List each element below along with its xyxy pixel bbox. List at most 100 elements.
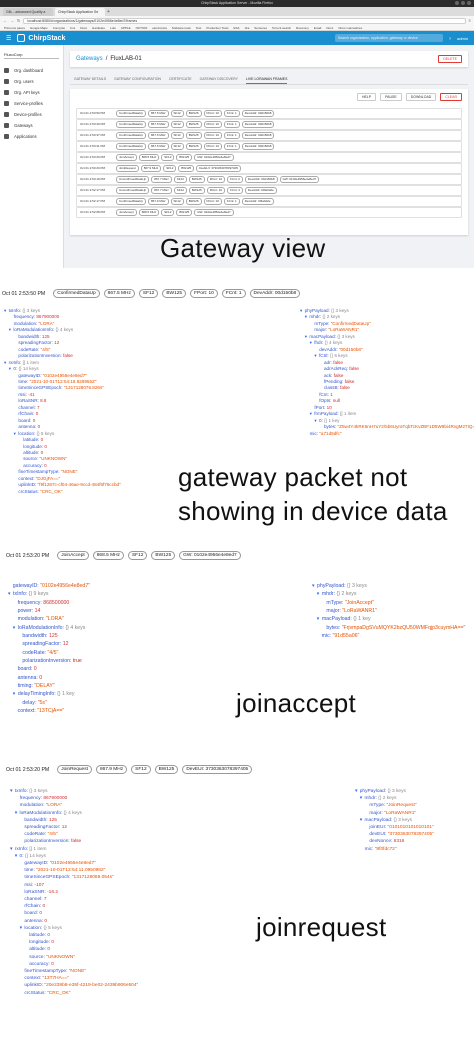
expand-arrow-icon[interactable]: ▾	[14, 431, 18, 436]
bookmark-item[interactable]: Production Tools	[206, 25, 228, 30]
help-icon[interactable]: ?	[449, 36, 451, 41]
gateway-tab[interactable]: CERTIFICATE	[169, 75, 192, 84]
expand-arrow-icon[interactable]: ▾	[13, 691, 17, 697]
frame-row[interactable]: Oct 01 2:52:17 PM UnconfirmedDataUp 867.7 …	[76, 185, 462, 196]
frame-row[interactable]: Oct 01 2:53:31 PM ConfirmedDataUp 867.5 MH…	[76, 141, 462, 152]
download-button[interactable]: DOWNLOAD	[405, 93, 437, 101]
gateway-tab[interactable]: LIVE LORAWAN FRAMES	[245, 75, 288, 84]
expand-arrow-icon[interactable]: ▾	[9, 366, 13, 371]
hamburger-menu-icon[interactable]: ☰	[6, 35, 11, 42]
bookmark-item[interactable]: ESA	[233, 25, 239, 30]
expand-arrow-icon[interactable]: ▾	[15, 854, 19, 859]
frame-header[interactable]: Oct 01 2:53:50 PM ConfirmedDataUp 867.5 MH…	[2, 289, 301, 298]
bookmark-item[interactable]: Torrent search	[272, 25, 291, 30]
bookmark-item[interactable]: Hardware	[92, 25, 105, 30]
tree-line: source: "UNKNOWN"	[10, 954, 138, 961]
expand-arrow-icon[interactable]: ▾	[312, 583, 316, 589]
maximize-button[interactable]	[461, 1, 465, 5]
bookmark-item[interactable]: APPLE	[121, 25, 131, 30]
frame-row[interactable]: Oct 01 2:52:08 PM JoinAccept 868.5 MHz SF12…	[76, 207, 462, 218]
browser-menu-icon[interactable]: ≡	[469, 18, 471, 23]
sidebar-item[interactable]: Org. dashboard	[4, 65, 59, 76]
gateway-tab[interactable]: GATEWAY DISCOVERY	[200, 75, 238, 84]
expand-arrow-icon[interactable]: ▾	[305, 314, 309, 319]
sidebar-item[interactable]: Org. API keys	[4, 87, 59, 98]
bookmark-item[interactable]: Recovery	[296, 25, 309, 30]
global-search-input[interactable]: Search organization, application, gatewa…	[334, 34, 443, 42]
sidebar-item[interactable]: Device-profiles	[4, 109, 59, 120]
bookmark-item[interactable]: Test	[196, 25, 202, 30]
bookmark-item[interactable]: Email	[314, 25, 322, 30]
bookmark-item[interactable]: Lufe	[110, 25, 116, 30]
expand-arrow-icon[interactable]: ▾	[360, 796, 364, 801]
chirpstack-logo[interactable]: ChirpStack	[17, 34, 77, 42]
frame-row[interactable]: Oct 01 2:53:20 PM JoinRequest 867.9 MHz SF1…	[76, 163, 462, 174]
sidebar-item[interactable]: Applications	[4, 131, 59, 142]
frame-row[interactable]: Oct 01 2:53:40 PM ConfirmedDataUp 867.5 MH…	[76, 119, 462, 130]
expand-arrow-icon[interactable]: ▾	[310, 340, 314, 345]
sidebar-item[interactable]: Gateways	[4, 120, 59, 131]
expand-arrow-icon[interactable]: ▾	[360, 818, 364, 823]
bookmark-item[interactable]: electronica	[152, 25, 167, 30]
expand-arrow-icon[interactable]: ▾	[4, 308, 8, 313]
bookmark-item[interactable]: Google Maps	[30, 25, 48, 30]
expand-arrow-icon[interactable]: ▾	[317, 616, 321, 622]
delete-gateway-button[interactable]: DELETE	[438, 55, 462, 63]
expand-arrow-icon[interactable]: ▾	[15, 811, 19, 816]
tree-key: fineTimestampType:	[24, 969, 69, 975]
bookmark-item[interactable]: Primeros pasos	[4, 25, 25, 30]
frame-header[interactable]: Oct 01 2:53:20 PM JoinAccept 868.5 MHz SF12…	[6, 551, 241, 560]
forward-icon[interactable]: →	[10, 18, 14, 23]
breadcrumb-gateways-link[interactable]: Gateways	[76, 56, 103, 62]
new-tab-icon[interactable]: +	[107, 8, 110, 16]
bookmark-item[interactable]: Sensores	[254, 25, 267, 30]
expand-arrow-icon[interactable]: ▾	[13, 625, 17, 631]
tree-line: ▾ txInfo: {} 3 keys	[10, 788, 138, 795]
bookmark-item[interactable]: Cns	[70, 25, 75, 30]
frame-row[interactable]: Oct 01 2:53:50 PM ConfirmedDataUp 867.5 MH…	[76, 108, 462, 119]
pause-button[interactable]: PAUSE	[380, 93, 402, 101]
frame-row[interactable]: Oct 01 2:53:20 PM JoinAccept 868.5 MHz SF12…	[76, 152, 462, 163]
browser-tab[interactable]: GitL - advanced Quality a	[3, 8, 53, 16]
organization-select[interactable]: FluxoCorp	[4, 51, 59, 59]
close-window-button[interactable]	[467, 1, 471, 5]
help-button[interactable]: HELP	[356, 93, 377, 101]
gateway-tab[interactable]: GATEWAY CONFIGURATION	[114, 75, 161, 84]
frame-row[interactable]: Oct 01 2:52:17 PM ConfirmedDataUp 867.9 MH…	[76, 196, 462, 207]
expand-arrow-icon[interactable]: ▾	[300, 308, 304, 313]
bookmark-item[interactable]: Docs	[80, 25, 87, 30]
expand-arrow-icon[interactable]: ▾	[20, 926, 24, 931]
bookmark-item[interactable]: Jira	[244, 25, 249, 30]
clear-button[interactable]: CLEAR	[440, 93, 462, 101]
sidebar-item[interactable]: Service-profiles	[4, 98, 59, 109]
bookmark-item[interactable]: Docs	[326, 25, 333, 30]
frame-header[interactable]: Oct 01 2:53:20 PM JoinRequest 867.9 MHz SF1…	[6, 765, 253, 774]
bookmark-item[interactable]: Software tools	[172, 25, 191, 30]
expand-arrow-icon[interactable]: ▾	[9, 327, 13, 332]
expand-arrow-icon[interactable]: ▾	[317, 591, 321, 597]
bookmark-item[interactable]: Compras	[53, 25, 65, 30]
bookmark-item[interactable]: Otros marcadores	[338, 25, 362, 30]
expand-arrow-icon[interactable]: ▾	[314, 353, 318, 358]
back-icon[interactable]: ←	[3, 18, 7, 23]
expand-arrow-icon[interactable]: ▾	[310, 411, 314, 416]
gateway-tab[interactable]: GATEWAY DETAILS	[74, 75, 106, 84]
frame-row[interactable]: Oct 01 2:53:19 PM UnconfirmedDataUp 867.7 …	[76, 174, 462, 185]
expand-arrow-icon[interactable]: ▾	[10, 847, 14, 852]
bookmark-item[interactable]: NOTION	[136, 25, 148, 30]
user-menu[interactable]: admin	[457, 36, 468, 41]
reload-icon[interactable]: ↻	[17, 18, 20, 23]
expand-arrow-icon[interactable]: ▾	[305, 334, 309, 339]
expand-arrow-icon[interactable]: ▾	[10, 789, 14, 794]
tree-value: 0	[39, 911, 42, 917]
url-bar[interactable]: localhost:8080/#/organizations/1/gateway…	[23, 17, 466, 24]
sidebar-item[interactable]: Org. users	[4, 76, 59, 87]
expand-arrow-icon[interactable]: ▾	[8, 591, 12, 597]
expand-arrow-icon[interactable]: ▾	[4, 360, 8, 365]
tree-value: 0	[51, 961, 54, 967]
expand-arrow-icon[interactable]: ▾	[314, 418, 318, 423]
frame-row[interactable]: Oct 01 2:53:37 PM ConfirmedDataUp 867.5 MH…	[76, 130, 462, 141]
expand-arrow-icon[interactable]: ▾	[355, 789, 359, 794]
browser-tab-active[interactable]: ChirpStack Application Se	[55, 8, 105, 16]
minimize-button[interactable]	[455, 1, 459, 5]
